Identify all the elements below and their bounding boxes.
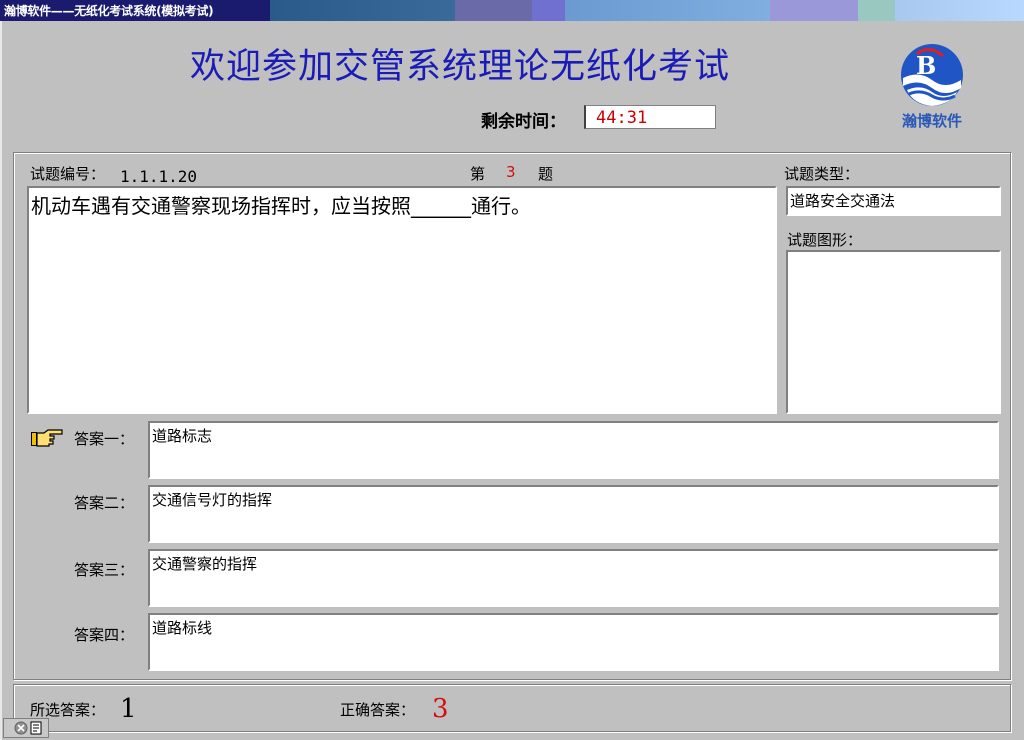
answer-4-label: 答案四： (74, 626, 135, 644)
question-id-label: 试题编号： (30, 165, 106, 183)
question-id-value: 1.1.1.20 (120, 167, 198, 186)
svg-text:B: B (916, 51, 936, 80)
answer-4-option[interactable]: 道路标线 (148, 613, 999, 671)
window-title: 瀚博软件——无纸化考试系统(模拟考试) (4, 4, 214, 18)
window-frame (0, 21, 2, 740)
page-title: 欢迎参加交管系统理论无纸化考试 (189, 47, 730, 87)
window-titlebar[interactable]: 瀚博软件——无纸化考试系统(模拟考试) (0, 0, 1024, 21)
status-panel (13, 684, 1011, 732)
answer-3-option[interactable]: 交通警察的指挥 (148, 549, 999, 607)
answer-1-option[interactable]: 道路标志 (148, 421, 999, 479)
answer-3-label: 答案三： (74, 561, 135, 579)
close-icon[interactable] (4, 719, 48, 737)
company-logo: B 瀚博软件 (894, 42, 970, 138)
question-number-suffix: 题 (538, 165, 554, 183)
question-figure-label: 试题图形： (787, 231, 863, 249)
logo-icon: B (901, 44, 963, 106)
taskbar-widget[interactable] (3, 718, 49, 738)
question-number-prefix: 第 (470, 165, 486, 183)
answer-1-label: 答案一： (74, 430, 135, 448)
pointing-hand-icon (31, 429, 63, 447)
time-remaining-label: 剩余时间： (481, 112, 566, 132)
question-number: 3 (506, 163, 516, 181)
time-remaining-display: 44:31 (584, 105, 716, 129)
answer-2-label: 答案二： (74, 494, 135, 512)
question-type-label: 试题类型： (784, 165, 860, 183)
logo-text: 瀚博软件 (901, 112, 962, 130)
correct-answer-label: 正确答案： (340, 701, 416, 719)
selected-answer-value: 1 (120, 694, 137, 724)
correct-answer-value: 3 (432, 694, 449, 724)
question-type-field: 道路安全交通法 (786, 186, 1001, 216)
answer-2-option[interactable]: 交通信号灯的指挥 (148, 485, 999, 543)
question-text: 机动车遇有交通警察现场指挥时，应当按照______通行。 (27, 186, 777, 414)
selected-answer-label: 所选答案： (30, 701, 106, 719)
question-figure-box (786, 250, 1001, 414)
